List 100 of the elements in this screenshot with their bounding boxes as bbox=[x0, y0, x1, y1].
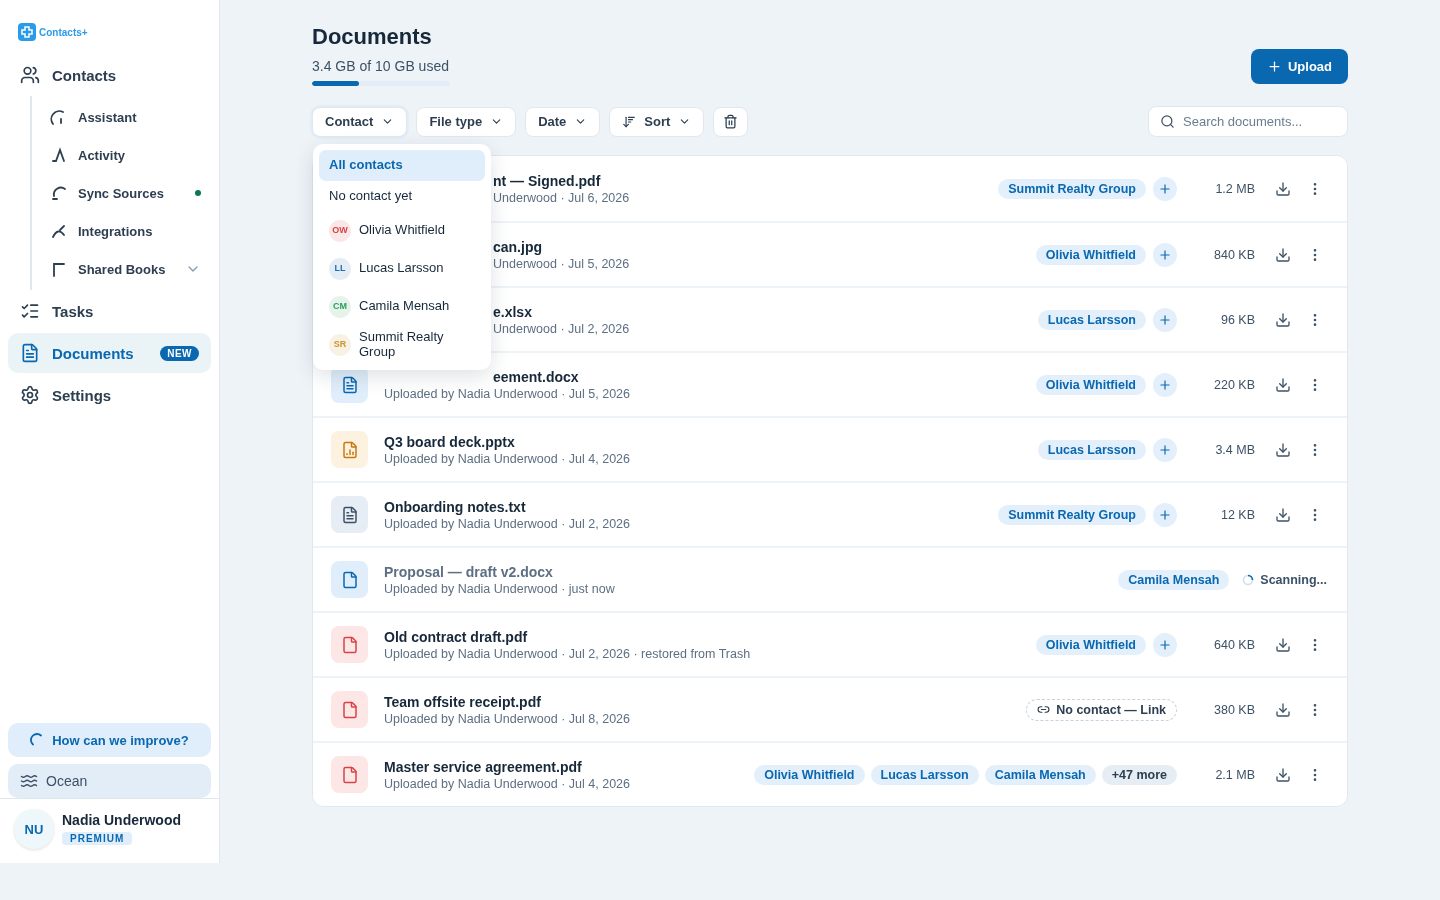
file-icon bbox=[340, 765, 359, 784]
menu-item[interactable]: No contact yet bbox=[319, 180, 485, 212]
file-size: 1.2 MB bbox=[1214, 181, 1255, 196]
file-meta: Uploaded by Nadia Underwood · Jul 2, 2026 · restored from Trash bbox=[384, 646, 751, 661]
theme-button[interactable]: Ocean bbox=[8, 764, 211, 798]
filter-button[interactable]: Sort bbox=[609, 106, 705, 137]
file-meta: Uploaded by Nadia Underwood · Jul 8, 2026 bbox=[384, 711, 630, 726]
curve-icon bbox=[50, 222, 68, 240]
waves-icon bbox=[20, 772, 38, 790]
menu-item[interactable]: OW Olivia Whitfield bbox=[319, 211, 485, 250]
corner-icon bbox=[50, 260, 68, 278]
trash-icon bbox=[723, 114, 739, 129]
link-icon bbox=[1037, 703, 1051, 716]
sidebar-subitem[interactable]: Assistant bbox=[32, 98, 211, 136]
add-contact-button[interactable] bbox=[1153, 372, 1177, 397]
link-contact-tag[interactable]: No contact — Link bbox=[1026, 698, 1177, 721]
menu-item[interactable]: LL Lucas Larsson bbox=[319, 249, 485, 288]
file-meta: Underwood · Jul 5, 2026 bbox=[493, 256, 630, 271]
user-avatar: NU bbox=[14, 809, 54, 849]
add-contact-button[interactable] bbox=[1153, 176, 1177, 201]
delete-button[interactable] bbox=[713, 106, 749, 137]
sidebar-subitem[interactable]: Activity bbox=[32, 136, 211, 174]
file-size: 380 KB bbox=[1213, 702, 1255, 717]
contact-tag[interactable]: Lucas Larsson bbox=[870, 764, 979, 785]
file-size: 2.1 MB bbox=[1214, 767, 1255, 782]
sidebar-subitem[interactable]: Shared Books bbox=[32, 250, 211, 288]
avatar: CM bbox=[329, 295, 351, 318]
file-icon bbox=[340, 570, 359, 589]
sidebar-item[interactable]: Tasks bbox=[8, 291, 211, 331]
file-meta: Uploaded by Nadia Underwood · Jul 4, 2026 bbox=[384, 451, 630, 466]
download-icon bbox=[1275, 311, 1291, 328]
download-icon bbox=[1275, 701, 1291, 718]
download-icon bbox=[1275, 506, 1291, 523]
add-contact-button[interactable] bbox=[1153, 502, 1177, 527]
feedback-button[interactable]: How can we improve? bbox=[8, 723, 211, 757]
contact-tag[interactable]: Camila Mensah bbox=[984, 764, 1096, 785]
arc-icon bbox=[50, 184, 68, 202]
file-size: 3.4 MB bbox=[1214, 442, 1255, 457]
spinner-icon bbox=[1242, 573, 1255, 586]
file-name: Q3 board deck.pptx bbox=[384, 433, 515, 450]
checklist-icon bbox=[20, 301, 40, 321]
app-logo: Contacts+ bbox=[39, 26, 88, 38]
file-meta: Uploaded by Nadia Underwood · Jul 2, 2026 bbox=[384, 516, 630, 531]
sidebar-subitem[interactable]: Integrations bbox=[32, 212, 211, 250]
avatar: LL bbox=[329, 257, 351, 280]
plus-icon bbox=[1158, 507, 1172, 522]
contact-tag[interactable]: Lucas Larsson bbox=[1037, 309, 1146, 330]
file-name: Onboarding notes.txt bbox=[384, 498, 526, 515]
file-name: Old contract draft.pdf bbox=[384, 628, 528, 645]
add-contact-button[interactable] bbox=[1153, 242, 1177, 267]
file-name: eement.docx bbox=[493, 368, 579, 385]
file-size: 12 KB bbox=[1219, 507, 1255, 522]
plus-icon bbox=[1158, 442, 1172, 457]
file-meta: Underwood · Jul 2, 2026 bbox=[493, 321, 630, 336]
arc-icon bbox=[30, 733, 45, 747]
file-meta: Uploaded by Nadia Underwood · just now bbox=[384, 581, 615, 596]
plus-icon bbox=[1158, 637, 1172, 652]
chart-file-icon bbox=[340, 440, 359, 459]
file-size: 640 KB bbox=[1213, 637, 1255, 652]
add-contact-button[interactable] bbox=[1153, 632, 1177, 657]
contact-tag[interactable]: Lucas Larsson bbox=[1037, 439, 1146, 460]
contact-tag[interactable]: Olivia Whitfield bbox=[1035, 374, 1146, 395]
avatar: SR bbox=[329, 333, 351, 356]
add-contact-button[interactable] bbox=[1153, 437, 1177, 462]
sidebar-item[interactable]: Contacts bbox=[8, 55, 211, 95]
filter-button[interactable]: File type bbox=[416, 106, 517, 137]
contact-tag[interactable]: Summit Realty Group bbox=[998, 504, 1146, 525]
contact-tag[interactable]: Olivia Whitfield bbox=[754, 764, 865, 785]
document-icon bbox=[340, 375, 359, 394]
filter-button[interactable]: Date bbox=[525, 106, 601, 137]
file-size: 96 KB bbox=[1219, 312, 1255, 327]
new-badge: NEW bbox=[160, 345, 199, 361]
more-tag[interactable]: +47 more bbox=[1101, 764, 1177, 785]
contact-tag[interactable]: Olivia Whitfield bbox=[1035, 634, 1146, 655]
search-field[interactable]: Search documents... bbox=[1148, 106, 1348, 137]
download-icon bbox=[1275, 246, 1291, 263]
upload-button[interactable]: Upload bbox=[1250, 49, 1348, 84]
user-name: Nadia Underwood bbox=[62, 812, 181, 828]
page-title: Documents bbox=[312, 24, 433, 50]
file-name: can.jpg bbox=[493, 238, 542, 255]
contact-tag[interactable]: Camila Mensah bbox=[1118, 569, 1230, 590]
file-name: nt — Signed.pdf bbox=[493, 172, 601, 189]
file-icon bbox=[340, 635, 359, 654]
contact-tag[interactable]: Olivia Whitfield bbox=[1035, 244, 1146, 265]
menu-item[interactable]: All contacts bbox=[319, 149, 485, 181]
document-icon bbox=[340, 505, 359, 524]
file-name: e.xlsx bbox=[493, 303, 532, 320]
add-contact-button[interactable] bbox=[1153, 307, 1177, 332]
file-size: 220 KB bbox=[1213, 377, 1255, 392]
sidebar-subitem[interactable]: Sync Sources bbox=[32, 174, 211, 212]
sidebar-item[interactable]: Settings bbox=[8, 375, 211, 415]
menu-item[interactable]: CM Camila Mensah bbox=[319, 287, 485, 326]
sort-icon bbox=[622, 114, 637, 129]
plus-icon bbox=[1158, 247, 1172, 262]
sidebar-item[interactable]: Documents NEW bbox=[8, 333, 211, 373]
contact-tag[interactable]: Summit Realty Group bbox=[998, 178, 1146, 199]
file-name: Master service agreement.pdf bbox=[384, 758, 582, 775]
filter-button[interactable]: Contact bbox=[312, 106, 408, 137]
scanning-label: Scanning... bbox=[1260, 572, 1327, 587]
file-icon bbox=[340, 700, 359, 719]
